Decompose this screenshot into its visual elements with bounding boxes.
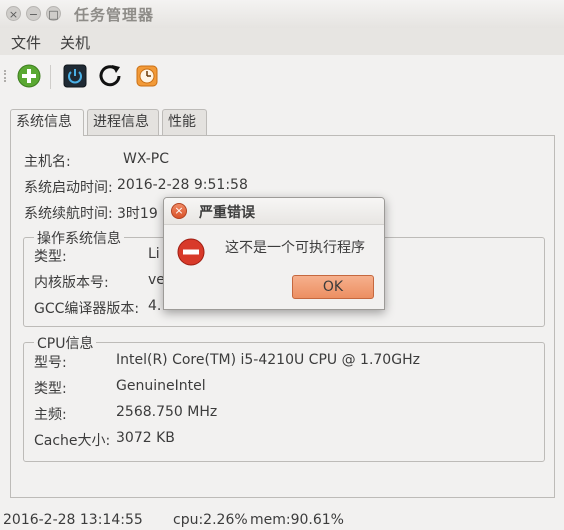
refresh-icon[interactable] bbox=[97, 63, 123, 89]
system-info-panel: 主机名: WX-PC 系统启动时间: 2016-2-28 9:51:58 系统续… bbox=[10, 135, 555, 498]
window-title: 任务管理器 bbox=[74, 6, 155, 24]
clock-icon[interactable] bbox=[134, 63, 160, 89]
hostname-value: WX-PC bbox=[123, 151, 170, 167]
error-icon bbox=[177, 238, 205, 266]
cpu-type-label: 类型: bbox=[34, 381, 67, 397]
cache-label: Cache大小: bbox=[34, 433, 111, 449]
toolbar-separator bbox=[50, 65, 51, 89]
cpu-model-value: Intel(R) Core(TM) i5-4210U CPU @ 1.70GHz bbox=[116, 352, 420, 368]
menu-shutdown[interactable]: 关机 bbox=[60, 32, 90, 53]
cache-value: 3072 KB bbox=[116, 430, 175, 446]
status-mem: mem:90.61% bbox=[250, 512, 344, 528]
gcc-value: 4. bbox=[148, 298, 162, 314]
ok-button[interactable]: OK bbox=[292, 275, 374, 299]
kernel-label: 内核版本号: bbox=[34, 275, 109, 291]
dialog-title: 严重错误 bbox=[199, 205, 255, 221]
os-type-value: Li bbox=[148, 246, 160, 262]
boot-time-value: 2016-2-28 9:51:58 bbox=[117, 177, 248, 193]
status-bar: 2016-2-28 13:14:55 cpu:2.26% mem:90.61% bbox=[0, 506, 564, 530]
gcc-label: GCC编译器版本: bbox=[34, 301, 140, 317]
toolbar bbox=[0, 56, 564, 96]
dialog-message: 这不是一个可执行程序 bbox=[225, 240, 365, 256]
status-time: 2016-2-28 13:14:55 bbox=[3, 512, 143, 528]
uptime-label: 系统续航时间: bbox=[24, 206, 113, 222]
window-minimize-button[interactable]: − bbox=[26, 6, 41, 21]
window-maximize-button[interactable]: □ bbox=[46, 6, 61, 21]
window-close-button[interactable]: × bbox=[6, 6, 21, 21]
dialog-titlebar: × 严重错误 bbox=[164, 198, 384, 225]
status-cpu: cpu:2.26% bbox=[173, 512, 248, 528]
os-type-label: 类型: bbox=[34, 249, 67, 265]
cpu-type-value: GenuineIntel bbox=[116, 378, 206, 394]
menu-bar: 文件 关机 bbox=[0, 28, 564, 55]
tab-process-info[interactable]: 进程信息 bbox=[87, 109, 159, 135]
uptime-value: 3时19 bbox=[117, 206, 158, 222]
cpu-freq-value: 2568.750 MHz bbox=[116, 404, 218, 420]
boot-time-label: 系统启动时间: bbox=[24, 180, 113, 196]
cpu-freq-label: 主频: bbox=[34, 407, 67, 423]
window-titlebar: × − □ 任务管理器 bbox=[0, 0, 564, 29]
hostname-label: 主机名: bbox=[24, 154, 71, 170]
cpu-info-group: CPU信息 型号: Intel(R) Core(TM) i5-4210U CPU… bbox=[23, 333, 545, 462]
power-icon[interactable] bbox=[62, 63, 88, 89]
toolbar-grip[interactable] bbox=[4, 70, 9, 82]
os-info-title: 操作系统信息 bbox=[34, 228, 124, 248]
dialog-close-button[interactable]: × bbox=[171, 203, 187, 219]
tab-performance[interactable]: 性能 bbox=[162, 109, 207, 135]
cpu-info-title: CPU信息 bbox=[34, 333, 97, 353]
add-icon[interactable] bbox=[16, 63, 42, 89]
cpu-model-label: 型号: bbox=[34, 355, 67, 371]
error-dialog: × 严重错误 这不是一个可执行程序 OK bbox=[163, 197, 385, 310]
menu-file[interactable]: 文件 bbox=[11, 32, 41, 53]
tab-system-info[interactable]: 系统信息 bbox=[10, 109, 84, 136]
